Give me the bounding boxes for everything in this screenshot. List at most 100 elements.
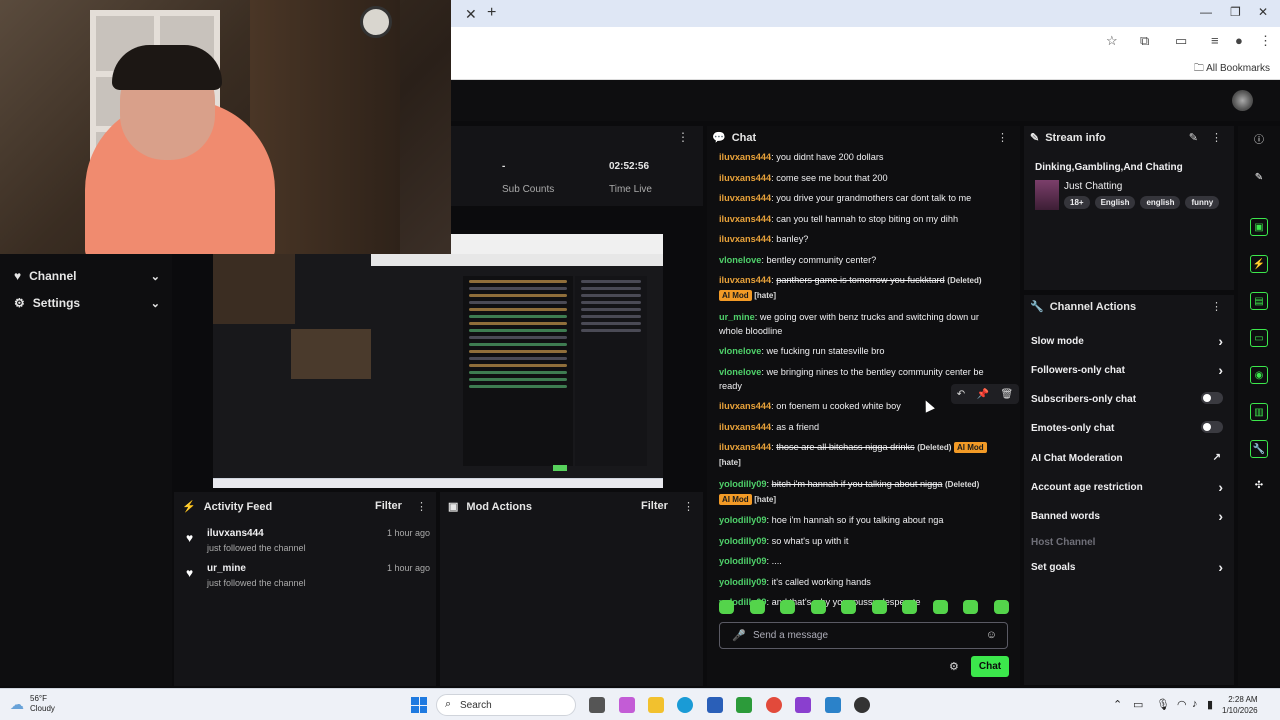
kebab-menu-icon[interactable]: ⋮ xyxy=(416,500,427,513)
chat-username[interactable]: iluvxans444 xyxy=(719,214,771,224)
xbox-icon[interactable] xyxy=(736,697,752,713)
restore-icon[interactable]: ❐ xyxy=(1230,5,1241,19)
store-icon[interactable] xyxy=(707,697,723,713)
tray-app-icon[interactable]: ▭ xyxy=(1133,698,1143,711)
chat-username[interactable]: iluvxans444 xyxy=(719,234,771,244)
chat-message[interactable]: iluvxans444: come see me bout that 200 xyxy=(719,171,1003,185)
stream-tag[interactable]: funny xyxy=(1185,196,1220,209)
profile-icon[interactable]: ● xyxy=(1235,33,1243,48)
obs-icon[interactable] xyxy=(795,697,811,713)
chat-username[interactable]: yolodilly09 xyxy=(719,577,767,587)
kebab-menu-icon[interactable]: ⋮ xyxy=(677,130,689,144)
chat-message[interactable]: iluvxans444: those are all bitchass nigg… xyxy=(719,440,1003,470)
address-bar[interactable]: ☆ ⧉ ▭ ≡ ● ⋮ xyxy=(451,27,1280,56)
emote-icon[interactable] xyxy=(993,600,1009,614)
chat-username[interactable]: yolodilly09 xyxy=(719,479,767,489)
chat-message[interactable]: vlonelove: bentley community center? xyxy=(719,253,1003,267)
emote-icon[interactable] xyxy=(719,600,734,614)
emote-icon[interactable] xyxy=(810,600,826,614)
windows-start-icon[interactable] xyxy=(411,697,427,713)
chat-message[interactable]: iluvxans444: panthers game is tomorrow y… xyxy=(719,273,1003,303)
stream-tag[interactable]: 18+ xyxy=(1064,196,1090,209)
chat-username[interactable]: yolodilly09 xyxy=(719,556,767,566)
nav-item-settings[interactable]: ⚙ Settings ⌄ xyxy=(14,296,160,310)
chat-message[interactable]: yolodilly09: it's called working hands xyxy=(719,575,1003,589)
emote-icon[interactable] xyxy=(902,600,918,614)
chat-message[interactable]: iluvxans444: banley? xyxy=(719,232,1003,246)
close-tab-icon[interactable]: ✕ xyxy=(465,6,477,23)
chat-username[interactable]: vlonelove xyxy=(719,346,761,356)
lightning-icon[interactable]: ⚡ xyxy=(1250,255,1268,273)
system-clock[interactable]: 2:28 AM 1/10/2026 xyxy=(1222,694,1258,716)
taskbar-search[interactable]: ⌕ Search xyxy=(436,694,576,716)
chat-settings-gear-icon[interactable]: ⚙ xyxy=(949,660,959,673)
pin-icon[interactable]: 📌 xyxy=(977,389,989,400)
kebab-menu-icon[interactable]: ⋮ xyxy=(997,131,1008,144)
chat-message[interactable]: yolodilly09: so what's up with it xyxy=(719,534,1003,548)
extensions-icon[interactable]: ✣ xyxy=(1250,477,1268,495)
kebab-menu-icon[interactable]: ⋮ xyxy=(1211,131,1222,144)
volume-icon[interactable]: ♪ xyxy=(1192,698,1198,710)
emote-icon[interactable] xyxy=(871,600,887,614)
kebab-menu-icon[interactable]: ⋮ xyxy=(1211,300,1222,313)
kebab-menu-icon[interactable]: ⋮ xyxy=(683,500,694,513)
copilot-icon[interactable] xyxy=(619,697,635,713)
chat-username[interactable]: iluvxans444 xyxy=(719,442,771,452)
microphone-icon[interactable]: 🎤 xyxy=(732,629,746,642)
slow-mode-row[interactable]: Slow mode › xyxy=(1031,333,1223,349)
emote-icon[interactable] xyxy=(932,600,948,614)
trash-icon[interactable]: 🗑 xyxy=(1001,389,1014,400)
broadcast-icon[interactable]: ◉ xyxy=(1250,366,1268,384)
chrome-icon[interactable] xyxy=(766,697,782,713)
stream-tag[interactable]: english xyxy=(1140,196,1181,209)
chat-username[interactable]: iluvxans444 xyxy=(719,401,771,411)
chat-username[interactable]: iluvxans444 xyxy=(719,152,771,162)
ai-chat-moderation-row[interactable]: AI Chat Moderation ↗ xyxy=(1031,452,1223,464)
subscribers-only-toggle[interactable] xyxy=(1201,392,1223,404)
chat-message[interactable]: yolodilly09: bitch i'm hannah if you tal… xyxy=(719,477,1003,507)
chat-username[interactable]: yolodilly09 xyxy=(719,536,767,546)
close-window-icon[interactable]: ✕ xyxy=(1258,5,1268,19)
emoji-icon[interactable]: ☺ xyxy=(986,629,997,641)
chat-message[interactable]: yolodilly09: .... xyxy=(719,554,1003,568)
chat-input[interactable]: 🎤 Send a message ☺ xyxy=(719,622,1008,649)
chat-send-button[interactable]: Chat xyxy=(971,656,1009,677)
pencil-icon[interactable]: ✎ xyxy=(1250,169,1268,187)
chat-username[interactable]: iluvxans444 xyxy=(719,275,771,285)
reply-icon[interactable]: ↶ xyxy=(957,389,965,400)
file-explorer-icon[interactable] xyxy=(648,697,664,713)
new-tab-icon[interactable]: + xyxy=(487,4,496,22)
user-avatar[interactable] xyxy=(1232,90,1253,111)
edit-icon[interactable]: ✎ xyxy=(1189,131,1198,144)
account-age-row[interactable]: Account age restriction › xyxy=(1031,479,1223,495)
all-bookmarks-link[interactable]: 🗀 All Bookmarks xyxy=(1194,61,1270,78)
wifi-icon[interactable]: ◠ xyxy=(1177,698,1187,711)
chat-username[interactable]: vlonelove xyxy=(719,367,761,377)
chat-message[interactable]: iluvxans444: as a friend xyxy=(719,420,1003,434)
chat-username[interactable]: vlonelove xyxy=(719,255,761,265)
clip-icon[interactable]: ▣ xyxy=(1250,218,1268,236)
chat-message[interactable]: iluvxans444: you didnt have 200 dollars xyxy=(719,150,1003,164)
app-icon[interactable] xyxy=(854,697,870,713)
set-goals-row[interactable]: Set goals › xyxy=(1031,559,1223,575)
emote-icon[interactable] xyxy=(780,600,796,614)
chat-bubble-icon[interactable]: ▭ xyxy=(1250,329,1268,347)
bookmark-star-icon[interactable]: ☆ xyxy=(1106,33,1118,49)
chat-username[interactable]: iluvxans444 xyxy=(719,422,771,432)
chat-message[interactable]: iluvxans444: you drive your grandmothers… xyxy=(719,191,1003,205)
chat-username[interactable]: ur_mine xyxy=(719,312,755,322)
weather-widget[interactable]: ☁ 56°F Cloudy xyxy=(10,694,55,714)
edge-icon[interactable] xyxy=(677,697,693,713)
nav-item-channel[interactable]: ♥ Channel ⌄ xyxy=(14,269,160,283)
chat-username[interactable]: iluvxans444 xyxy=(719,173,771,183)
wrench-icon[interactable]: 🔧 xyxy=(1250,440,1268,458)
notes-icon[interactable]: ▤ xyxy=(1250,292,1268,310)
photos-icon[interactable] xyxy=(825,697,841,713)
layout-icon[interactable]: ▥ xyxy=(1250,403,1268,421)
emote-icon[interactable] xyxy=(749,600,765,614)
browser-menu-icon[interactable]: ⋮ xyxy=(1259,33,1272,49)
chat-message[interactable]: iluvxans444: can you tell hannah to stop… xyxy=(719,212,1003,226)
followers-only-row[interactable]: Followers-only chat › xyxy=(1031,362,1223,378)
media-icon[interactable]: ≡ xyxy=(1211,33,1219,48)
cast-icon[interactable]: ▭ xyxy=(1175,33,1187,49)
